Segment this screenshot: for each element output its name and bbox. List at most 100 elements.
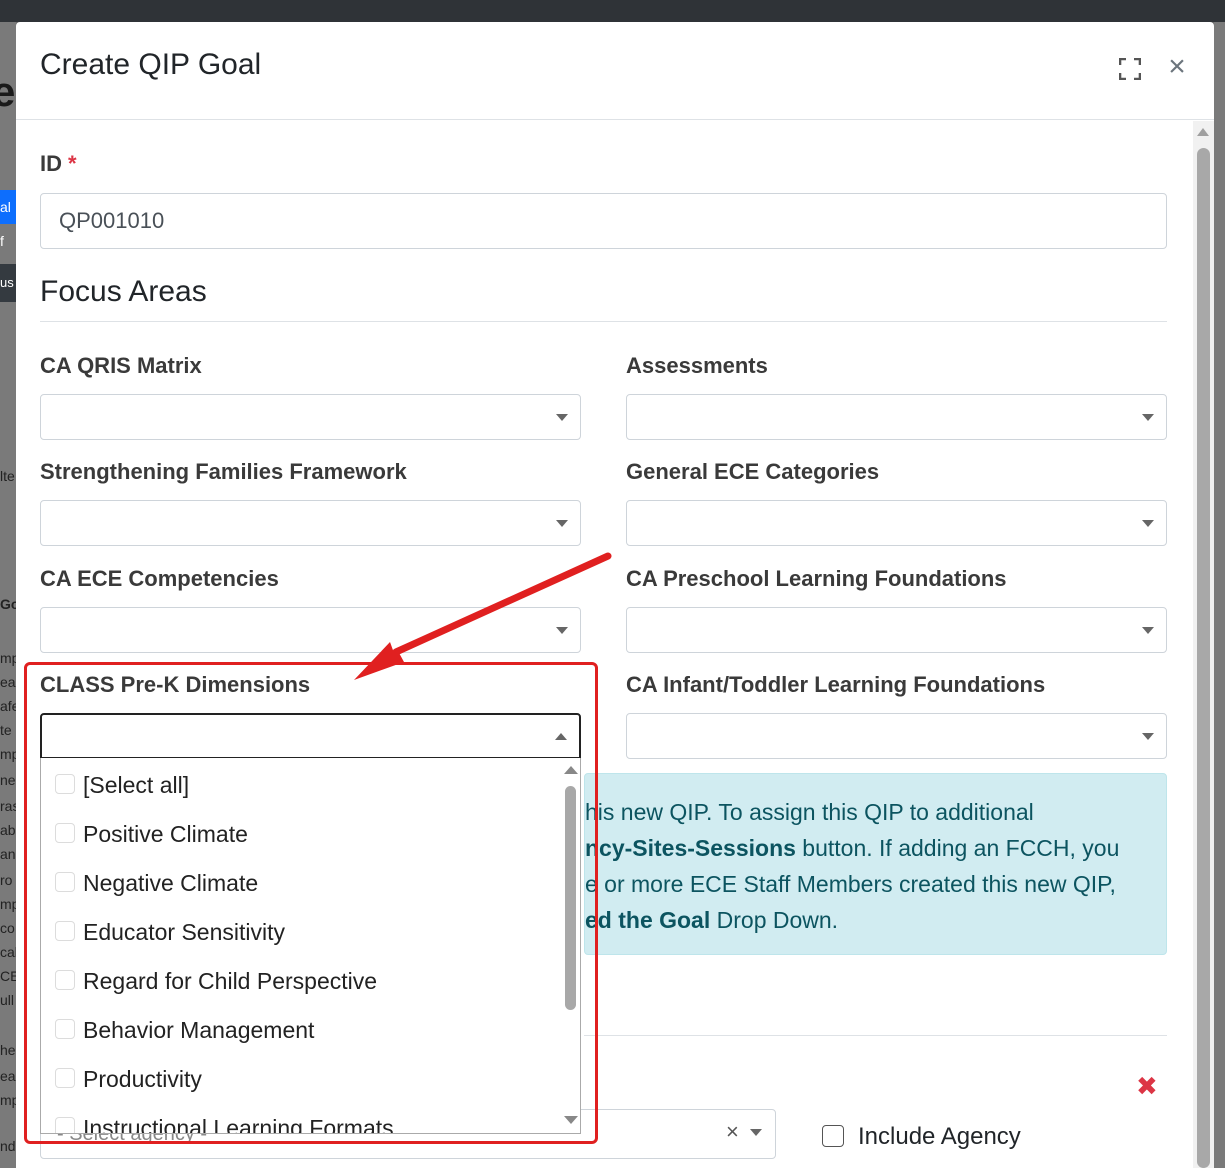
- chevron-down-icon[interactable]: [750, 1129, 762, 1136]
- background-text-fragment: mp: [0, 1092, 16, 1108]
- info-line-2-bold: ncy-Sites-Sessions: [585, 835, 796, 861]
- modal-scrollbar-thumb[interactable]: [1197, 148, 1210, 1168]
- background-text-fragment: te: [0, 722, 12, 738]
- option-label: [Select all]: [83, 772, 190, 798]
- option-label: Productivity: [83, 1066, 202, 1092]
- option-instructional-learning-formats[interactable]: Instructional Learning Formats: [41, 1103, 561, 1134]
- dropdown-scrollbar-thumb[interactable]: [565, 786, 576, 1010]
- required-marker: *: [68, 151, 77, 176]
- general-ece-categories-select[interactable]: [626, 500, 1167, 546]
- background-text-fragment: lte: [0, 468, 15, 484]
- option-checkbox[interactable]: [55, 872, 75, 892]
- option-label: Negative Climate: [83, 870, 259, 896]
- background-text-fragment: afe: [0, 698, 16, 714]
- info-line-4: ed the Goal Drop Down.: [585, 902, 838, 938]
- option-select-all[interactable]: [Select all]: [41, 760, 561, 809]
- strengthening-families-label: Strengthening Families Framework: [40, 459, 407, 484]
- modal-header: Create QIP Goal ×: [16, 22, 1214, 120]
- general-ece-categories-label: General ECE Categories: [626, 459, 880, 484]
- option-educator-sensitivity[interactable]: Educator Sensitivity: [41, 907, 561, 956]
- background-text-fragment: ull: [0, 992, 15, 1008]
- background-text-fragment: he: [0, 1042, 16, 1058]
- info-line-4-bold: ed the Goal: [585, 907, 711, 933]
- assessments-select[interactable]: [626, 394, 1167, 440]
- assessments-label: Assessments: [626, 353, 768, 378]
- background-text-fragment: an: [0, 846, 16, 862]
- include-agency-label[interactable]: Include Agency: [858, 1123, 1021, 1151]
- info-line-1: his new QIP. To assign this QIP to addit…: [585, 799, 1034, 825]
- ca-qris-matrix-select[interactable]: [40, 394, 581, 440]
- background-text-fragment: cal: [0, 944, 16, 960]
- background-text-fragment: ea: [0, 1068, 16, 1084]
- background-text-fragment: mp: [0, 896, 16, 912]
- background-text-fragment: ne: [0, 772, 16, 788]
- section-title-focus-areas: Focus Areas: [40, 275, 207, 308]
- id-label-text: ID: [40, 151, 62, 176]
- option-label: Regard for Child Perspective: [83, 968, 378, 994]
- info-line-4-rest: Drop Down.: [710, 907, 839, 933]
- background-button-fragment: al f: [0, 190, 16, 249]
- chevron-up-icon: [555, 733, 567, 740]
- clear-icon[interactable]: ×: [726, 1119, 739, 1145]
- ca-infant-toddler-foundations-select[interactable]: [626, 713, 1167, 759]
- background-tab-fragment: us: [0, 264, 16, 302]
- chevron-down-icon: [1142, 520, 1154, 527]
- ca-preschool-foundations-select[interactable]: [626, 607, 1167, 653]
- scroll-up-icon[interactable]: [564, 766, 578, 774]
- option-checkbox[interactable]: [55, 1019, 75, 1039]
- ca-ece-competencies-select[interactable]: [40, 607, 581, 653]
- maximize-icon[interactable]: [1118, 57, 1142, 81]
- strengthening-families-select[interactable]: [40, 500, 581, 546]
- close-icon[interactable]: ×: [1165, 52, 1189, 82]
- background-text-fragment: mp: [0, 650, 16, 666]
- background-page-left: e al f us lte Go mp ea afe te mp ne ras …: [0, 22, 16, 1168]
- option-label: Educator Sensitivity: [83, 919, 285, 945]
- option-positive-climate[interactable]: Positive Climate: [41, 809, 561, 858]
- option-regard-child-perspective[interactable]: Regard for Child Perspective: [41, 956, 561, 1005]
- background-heading-fragment: e: [0, 68, 16, 115]
- ca-preschool-foundations-label: CA Preschool Learning Foundations: [626, 566, 1007, 591]
- class-prek-dimensions-label: CLASS Pre-K Dimensions: [40, 672, 311, 697]
- option-checkbox[interactable]: [55, 823, 75, 843]
- background-text-fragment: ea: [0, 674, 16, 690]
- chevron-down-icon: [556, 627, 568, 634]
- option-checkbox[interactable]: [55, 1068, 75, 1088]
- option-label: Behavior Management: [83, 1017, 315, 1043]
- modal-title: Create QIP Goal: [40, 48, 262, 81]
- background-text-fragment: ras: [0, 798, 16, 814]
- ca-infant-toddler-foundations-label: CA Infant/Toddler Learning Foundations: [626, 672, 1046, 697]
- option-productivity[interactable]: Productivity: [41, 1054, 561, 1103]
- background-text-fragment: CE: [0, 968, 16, 984]
- option-label: Instructional Learning Formats: [83, 1115, 394, 1134]
- info-line-3: e or more ECE Staff Members created this…: [585, 871, 1116, 897]
- background-text-fragment: mp: [0, 746, 16, 762]
- class-prek-dimensions-select[interactable]: [40, 713, 581, 759]
- background-text-fragment: abl: [0, 822, 16, 838]
- scroll-up-icon[interactable]: [1197, 128, 1209, 136]
- browser-top-bar: [0, 0, 1225, 22]
- remove-row-icon[interactable]: ✖: [1136, 1071, 1158, 1102]
- background-text-fragment: nd: [0, 1138, 16, 1154]
- section-divider: [584, 1035, 1167, 1036]
- section-divider: [40, 321, 1167, 322]
- option-checkbox[interactable]: [55, 921, 75, 941]
- option-negative-climate[interactable]: Negative Climate: [41, 858, 561, 907]
- background-text-fragment: Go: [0, 596, 16, 612]
- scroll-down-icon[interactable]: [564, 1116, 578, 1124]
- option-checkbox[interactable]: [55, 1117, 75, 1133]
- info-line-2-rest: button. If adding an FCCH, you: [795, 835, 1120, 861]
- class-prek-dimensions-dropdown: [Select all] Positive Climate Negative C…: [40, 758, 581, 1134]
- chevron-down-icon: [1142, 414, 1154, 421]
- option-checkbox[interactable]: [55, 970, 75, 990]
- chevron-down-icon: [1142, 627, 1154, 634]
- option-checkbox[interactable]: [55, 774, 75, 794]
- option-behavior-management[interactable]: Behavior Management: [41, 1005, 561, 1054]
- include-agency-checkbox[interactable]: [822, 1125, 844, 1147]
- background-text-fragment: co: [0, 920, 15, 936]
- chevron-down-icon: [556, 520, 568, 527]
- ca-ece-competencies-label: CA ECE Competencies: [40, 566, 279, 591]
- id-field[interactable]: QP001010: [40, 193, 1167, 249]
- chevron-down-icon: [1142, 733, 1154, 740]
- option-label: Positive Climate: [83, 821, 248, 847]
- info-line-2: ncy-Sites-Sessions button. If adding an …: [585, 830, 1119, 866]
